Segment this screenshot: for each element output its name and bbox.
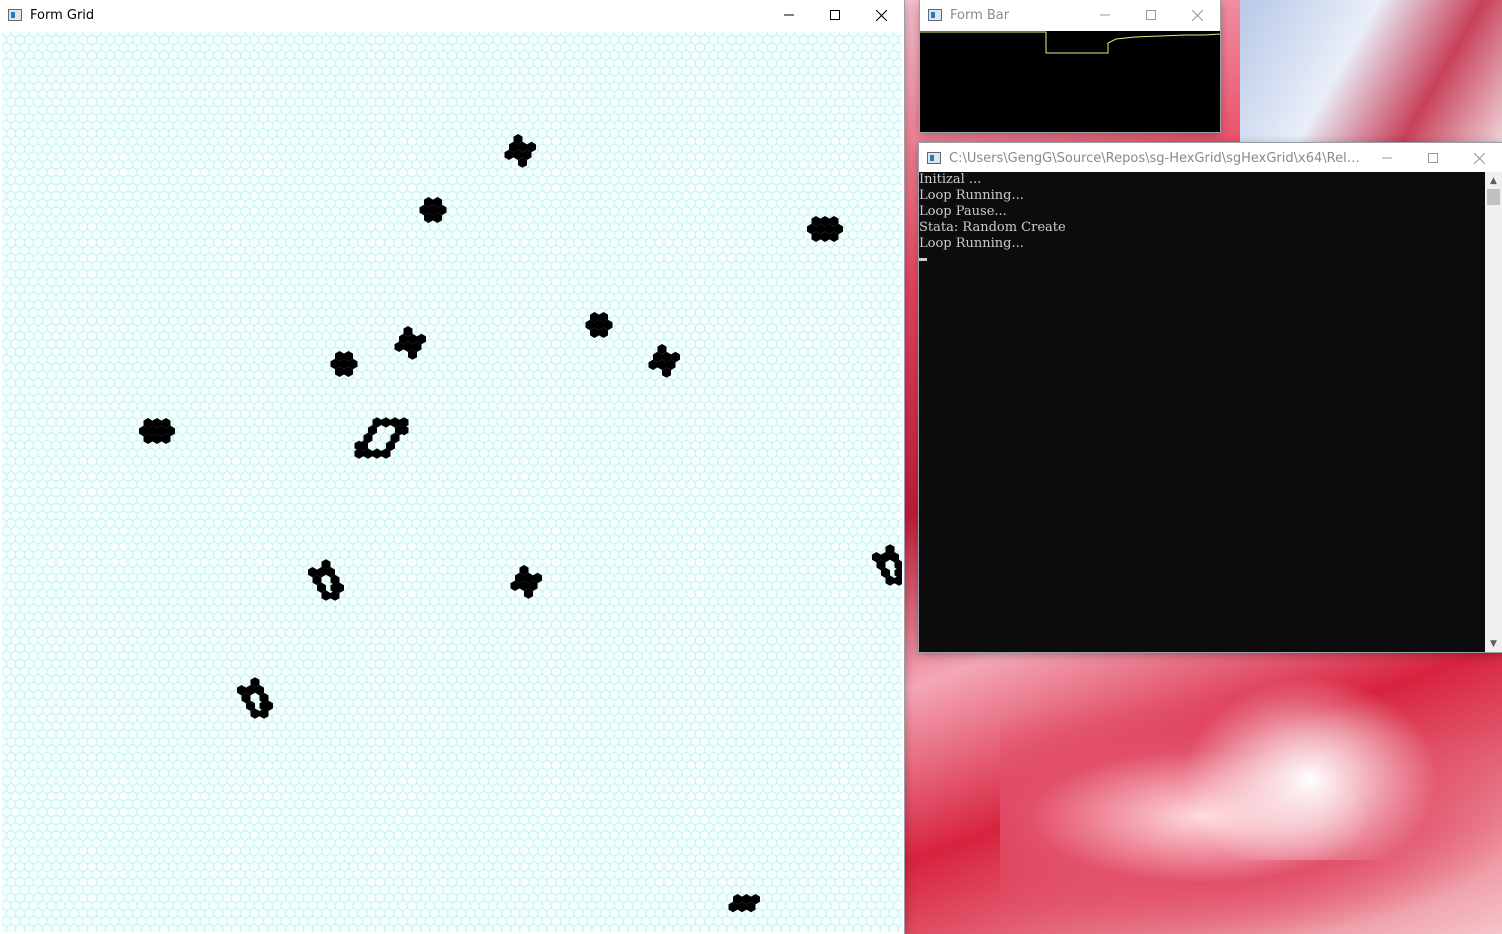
form-bar-window[interactable]: Form Bar [920, 0, 1221, 132]
scroll-down-arrow-icon[interactable]: ▼ [1485, 635, 1502, 652]
app-window-icon [8, 9, 22, 21]
console-window[interactable]: C:\Users\GengG\Source\Repos\sg-HexGrid\s… [919, 143, 1502, 652]
close-icon [1191, 9, 1203, 21]
minimize-button[interactable] [1082, 0, 1128, 30]
population-graph [920, 31, 1221, 132]
form-grid-window[interactable]: Form Grid [0, 0, 904, 934]
console-line: Stata: Random Create [919, 220, 1066, 235]
hex-grid-background [2, 32, 902, 932]
live-cell-cluster [807, 216, 843, 242]
console-line: Loop Pause... [919, 204, 1007, 219]
minimize-icon [784, 14, 794, 16]
app-window-icon [928, 9, 942, 21]
maximize-button[interactable] [1410, 143, 1456, 173]
hex-grid-svg[interactable] [2, 32, 902, 932]
population-graph-svg [920, 31, 1221, 54]
vertical-scrollbar[interactable]: ▲ ▼ [1485, 172, 1502, 652]
text-cursor [919, 258, 927, 261]
console-output[interactable]: Initizal ... Loop Running... Loop Pause.… [919, 172, 1485, 652]
maximize-icon [1146, 10, 1156, 20]
window-title: C:\Users\GengG\Source\Repos\sg-HexGrid\s… [949, 150, 1364, 166]
close-icon [875, 9, 887, 21]
minimize-button[interactable] [1364, 143, 1410, 173]
population-line [920, 31, 1221, 54]
scroll-up-arrow-icon[interactable]: ▲ [1485, 172, 1502, 189]
maximize-icon [1428, 153, 1438, 163]
maximize-icon [830, 10, 840, 20]
console-line: Loop Running... [919, 236, 1024, 251]
console-icon [927, 152, 941, 164]
maximize-button[interactable] [812, 0, 858, 30]
minimize-icon [1100, 14, 1110, 16]
minimize-button[interactable] [766, 0, 812, 30]
window-title: Form Grid [30, 7, 95, 23]
hex-grid-canvas[interactable] [2, 32, 902, 932]
console-line: Loop Running... [919, 188, 1024, 203]
close-button[interactable] [1174, 0, 1220, 30]
minimize-icon [1382, 157, 1392, 159]
live-cell-cluster [728, 894, 760, 913]
close-button[interactable] [858, 0, 904, 30]
form-bar-titlebar[interactable]: Form Bar [920, 0, 1220, 30]
live-cell-cluster [139, 418, 175, 444]
maximize-button[interactable] [1128, 0, 1174, 30]
console-line: Initizal ... [919, 172, 982, 187]
window-title: Form Bar [950, 7, 1010, 23]
form-grid-titlebar[interactable]: Form Grid [0, 0, 904, 30]
close-button[interactable] [1456, 143, 1502, 173]
scroll-thumb[interactable] [1487, 189, 1500, 205]
console-titlebar[interactable]: C:\Users\GengG\Source\Repos\sg-HexGrid\s… [919, 143, 1502, 173]
close-icon [1473, 152, 1485, 164]
